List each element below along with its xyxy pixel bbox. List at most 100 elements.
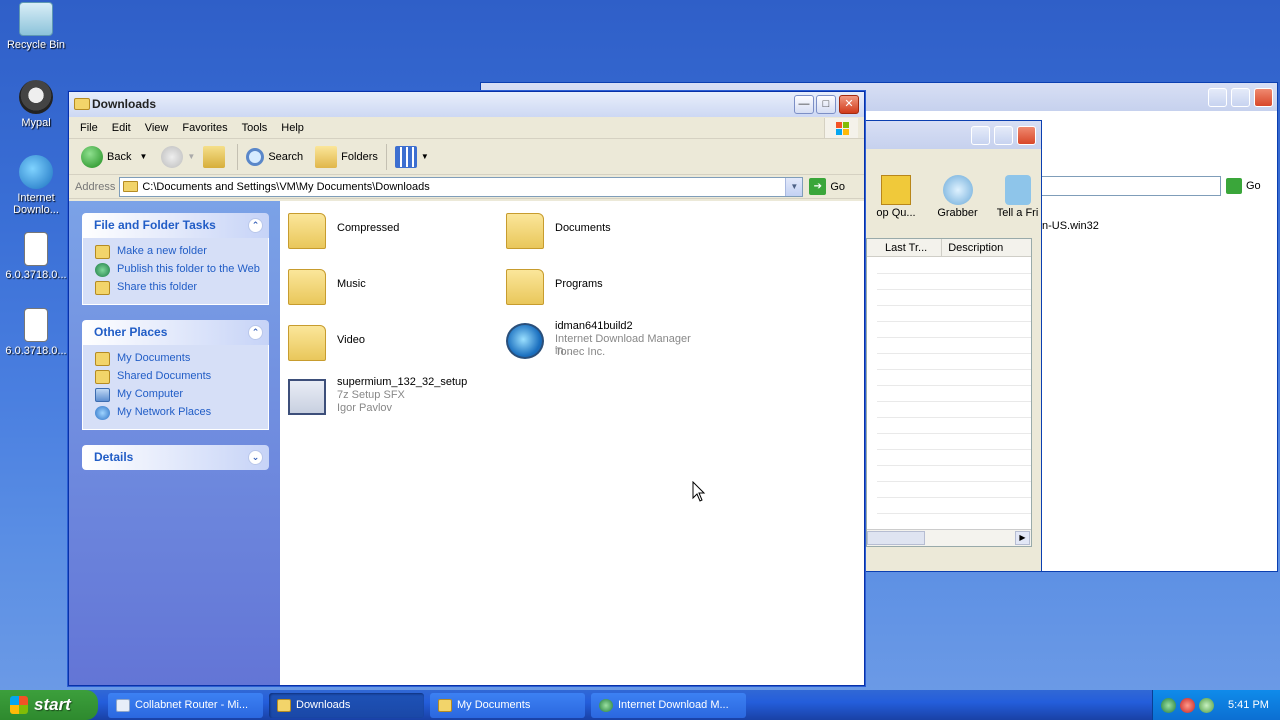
idm-tell-friend-button[interactable]: Tell a Fri (990, 175, 1045, 219)
menu-edit[interactable]: Edit (105, 122, 138, 134)
bg-go-button[interactable]: Go (1226, 178, 1261, 194)
desktop-icon-file-1[interactable]: 6.0.3718.0... (0, 232, 72, 281)
desktop-icon-file-2[interactable]: 6.0.3718.0... (0, 308, 72, 357)
views-button[interactable]: ▼ (391, 143, 433, 171)
up-folder-icon (203, 145, 226, 168)
taskbar-button-internet-download-manager[interactable]: Internet Download M... (591, 692, 746, 718)
idm-grabber-button[interactable]: Grabber (930, 175, 985, 219)
place-my-network-places[interactable]: My Network Places (95, 404, 260, 422)
details-header[interactable]: Details ⌄ (82, 445, 269, 470)
task-share-folder[interactable]: Share this folder (95, 279, 260, 297)
menu-favorites[interactable]: Favorites (175, 122, 234, 134)
task-label: Share this folder (117, 281, 198, 293)
windows-logo-icon (824, 118, 858, 138)
desktop-icon-recycle-bin[interactable]: Recycle Bin (0, 2, 72, 51)
minimize-button[interactable] (1208, 88, 1227, 107)
idm-tray-icon[interactable] (1161, 697, 1176, 713)
details-panel: Details ⌄ (82, 445, 269, 470)
window-titlebar[interactable]: Downloads — □ ✕ (69, 92, 864, 117)
shared-documents-icon (95, 370, 110, 384)
folder-item-video[interactable]: Video (280, 319, 490, 371)
search-icon (246, 147, 265, 166)
collapse-chevron-icon[interactable]: ⌃ (248, 218, 263, 233)
new-folder-icon (95, 245, 110, 259)
idm-stop-queue-button[interactable]: op Qu... (866, 175, 926, 219)
file-item-supermium-setup[interactable]: supermium_132_32_setup 7z Setup SFX Igor… (280, 373, 490, 425)
chevron-down-icon[interactable]: ▼ (187, 152, 195, 161)
task-make-new-folder[interactable]: Make a new folder (95, 243, 260, 261)
column-header-description[interactable]: Description (942, 239, 1031, 256)
task-publish-to-web[interactable]: Publish this folder to the Web (95, 261, 260, 279)
system-tray: 5:41 PM (1152, 690, 1280, 720)
scrollbar-thumb[interactable] (867, 531, 925, 545)
place-my-documents[interactable]: My Documents (95, 350, 260, 368)
folder-icon (288, 213, 326, 249)
taskbar-button-collabnet-router[interactable]: Collabnet Router - Mi... (108, 692, 263, 718)
other-places-header[interactable]: Other Places ⌃ (82, 320, 269, 345)
panel-title: Other Places (94, 325, 168, 339)
scroll-right-arrow-icon[interactable]: ▶ (1015, 531, 1030, 545)
bg-window-titlebar[interactable] (866, 121, 1041, 149)
folder-icon (506, 213, 544, 249)
place-my-computer[interactable]: My Computer (95, 386, 260, 404)
go-button[interactable]: ➔ Go (809, 178, 845, 195)
menu-file[interactable]: File (73, 122, 105, 134)
menu-help[interactable]: Help (274, 122, 311, 134)
explorer-content: File and Folder Tasks ⌃ Make a new folde… (69, 201, 864, 685)
start-label: start (34, 695, 71, 714)
collapse-chevron-icon[interactable]: ⌃ (248, 325, 263, 340)
taskbar-button-my-documents[interactable]: My Documents (430, 692, 585, 718)
place-label: My Documents (117, 352, 191, 364)
maximize-button[interactable] (1231, 88, 1250, 107)
menu-tools[interactable]: Tools (235, 122, 275, 134)
folder-item-programs[interactable]: Programs (498, 263, 708, 315)
menu-bar: File Edit View Favorites Tools Help (69, 117, 864, 139)
close-button[interactable]: ✕ (839, 95, 859, 114)
maximize-button[interactable] (994, 126, 1013, 145)
forward-button[interactable]: ▼ (157, 143, 199, 171)
chevron-down-icon[interactable]: ▼ (785, 177, 803, 196)
maximize-button[interactable]: □ (816, 95, 836, 114)
setup-installer-icon (288, 379, 326, 415)
close-button[interactable] (1017, 126, 1036, 145)
search-label: Search (268, 150, 304, 163)
taskbar-button-downloads[interactable]: Downloads (269, 692, 424, 718)
idm-horizontal-scrollbar[interactable]: ▶ (867, 529, 1031, 546)
address-input[interactable]: C:\Documents and Settings\VM\My Document… (119, 176, 804, 197)
folder-icon (288, 269, 326, 305)
search-button[interactable]: Search (242, 143, 307, 171)
chevron-down-icon[interactable]: ▼ (421, 152, 429, 161)
file-list[interactable]: Compressed Documents Music Programs Vide… (280, 201, 864, 685)
chevron-down-icon[interactable]: ▼ (139, 152, 147, 161)
column-header-last-try[interactable]: Last Tr... (867, 239, 943, 256)
minimize-button[interactable] (971, 126, 990, 145)
file-folder-tasks-header[interactable]: File and Folder Tasks ⌃ (82, 213, 269, 238)
bg-window-idm[interactable]: op Qu... Grabber Tell a Fri Last Tr... D… (865, 120, 1042, 572)
network-tray-icon[interactable] (1199, 697, 1214, 713)
desktop-icon-mypal[interactable]: Mypal (0, 80, 72, 129)
place-shared-documents[interactable]: Shared Documents (95, 368, 260, 386)
security-shield-icon[interactable] (1180, 697, 1195, 713)
folder-item-documents[interactable]: Documents (498, 207, 708, 259)
bg-address-field[interactable]: n-US.win32 (1041, 176, 1221, 232)
start-button[interactable]: start (0, 690, 98, 720)
minimize-button[interactable]: — (794, 95, 814, 114)
panel-title: File and Folder Tasks (94, 218, 216, 232)
back-button[interactable]: Back ▼ (77, 143, 151, 171)
idm-list-view[interactable]: Last Tr... Description ▶ (866, 238, 1032, 547)
up-folder-button[interactable] (199, 143, 233, 171)
folder-item-music[interactable]: Music (280, 263, 490, 315)
expand-chevron-icon[interactable]: ⌄ (248, 450, 263, 465)
close-button[interactable] (1254, 88, 1273, 107)
menu-view[interactable]: View (138, 122, 176, 134)
desktop-icon-internet-download-manager[interactable]: Internet Downlo... (0, 155, 72, 216)
folder-item-compressed[interactable]: Compressed (280, 207, 490, 259)
bg-address-text: n-US.win32 (1042, 220, 1099, 232)
folder-icon (74, 98, 90, 110)
folders-button[interactable]: Folders (311, 143, 382, 171)
explorer-window-downloads[interactable]: Downloads — □ ✕ File Edit View Favorites… (68, 91, 865, 686)
go-arrow-icon (1226, 178, 1242, 194)
clock[interactable]: 5:41 PM (1228, 699, 1269, 711)
file-item-idman641build2[interactable]: idman641build2 Internet Download Manager… (498, 317, 708, 369)
place-label: My Network Places (117, 406, 212, 418)
